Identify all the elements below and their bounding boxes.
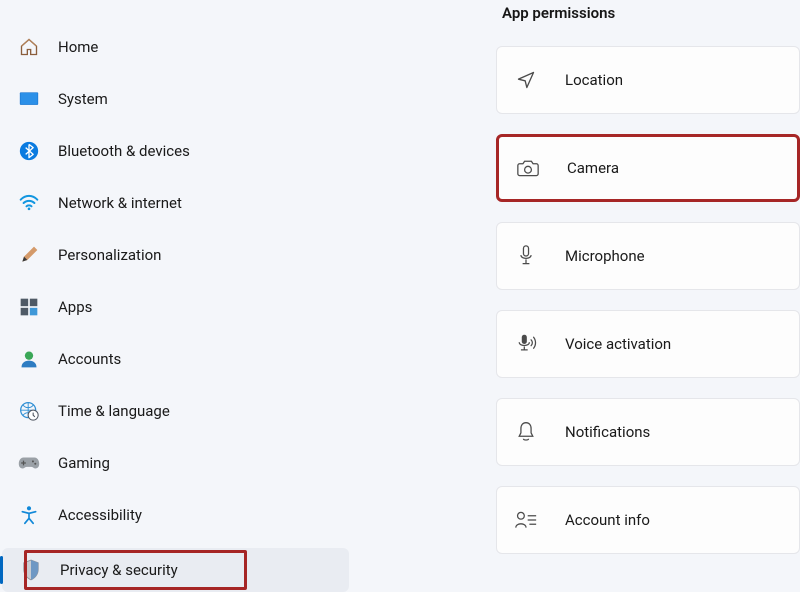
permission-card-account-info[interactable]: Account info: [496, 486, 800, 554]
permission-card-label: Account info: [565, 511, 650, 529]
sidebar-item-system[interactable]: System: [0, 80, 355, 118]
sidebar-item-label: Network & internet: [58, 194, 182, 212]
sidebar-item-privacy-security[interactable]: Privacy & security: [2, 548, 349, 592]
sidebar-item-label: Accessibility: [58, 506, 142, 524]
sidebar-item-gaming[interactable]: Gaming: [0, 444, 355, 482]
permission-card-notifications[interactable]: Notifications: [496, 398, 800, 466]
home-icon: [18, 36, 40, 58]
sidebar-item-label: Personalization: [58, 246, 161, 264]
account-info-icon: [515, 509, 537, 531]
camera-icon: [517, 157, 539, 179]
sidebar-item-network[interactable]: Network & internet: [0, 184, 355, 222]
sidebar-item-time-language[interactable]: Time & language: [0, 392, 355, 430]
shield-icon: [20, 559, 42, 581]
permission-card-label: Voice activation: [565, 335, 671, 353]
paintbrush-icon: [18, 244, 40, 266]
permission-list: Location Camera Microphone Voice activat…: [480, 46, 800, 554]
sidebar-item-label: Time & language: [58, 402, 170, 420]
sidebar-item-accessibility[interactable]: Accessibility: [0, 496, 355, 534]
sidebar-item-bluetooth[interactable]: Bluetooth & devices: [0, 132, 355, 170]
sidebar-item-label: System: [58, 90, 108, 108]
sidebar-item-home[interactable]: Home: [0, 28, 355, 66]
accessibility-icon: [18, 504, 40, 526]
sidebar-item-label: Apps: [58, 298, 92, 316]
permission-card-voice-activation[interactable]: Voice activation: [496, 310, 800, 378]
sidebar-item-label: Home: [58, 38, 98, 56]
person-icon: [18, 348, 40, 370]
bell-icon: [515, 421, 537, 443]
sidebar-item-label: Accounts: [58, 350, 121, 368]
bluetooth-icon: [18, 140, 40, 162]
location-icon: [515, 69, 537, 91]
main-panel: App permissions Location Camera Micropho…: [480, 0, 800, 574]
section-title: App permissions: [502, 4, 800, 22]
microphone-icon: [515, 245, 537, 267]
apps-icon: [18, 296, 40, 318]
globe-clock-icon: [18, 400, 40, 422]
sidebar-item-apps[interactable]: Apps: [0, 288, 355, 326]
system-icon: [18, 88, 40, 110]
settings-sidebar: Home System Bluetooth & devices Network …: [0, 0, 355, 568]
voice-activation-icon: [515, 333, 537, 355]
wifi-icon: [18, 192, 40, 214]
gamepad-icon: [18, 452, 40, 474]
sidebar-item-accounts[interactable]: Accounts: [0, 340, 355, 378]
permission-card-camera[interactable]: Camera: [496, 134, 800, 202]
sidebar-item-label: Bluetooth & devices: [58, 142, 190, 160]
permission-card-label: Notifications: [565, 423, 650, 441]
permission-card-label: Location: [565, 71, 623, 89]
permission-card-label: Camera: [567, 159, 619, 177]
permission-card-location[interactable]: Location: [496, 46, 800, 114]
sidebar-item-personalization[interactable]: Personalization: [0, 236, 355, 274]
permission-card-microphone[interactable]: Microphone: [496, 222, 800, 290]
sidebar-item-label: Privacy & security: [60, 561, 178, 579]
sidebar-item-label: Gaming: [58, 454, 110, 472]
permission-card-label: Microphone: [565, 247, 645, 265]
